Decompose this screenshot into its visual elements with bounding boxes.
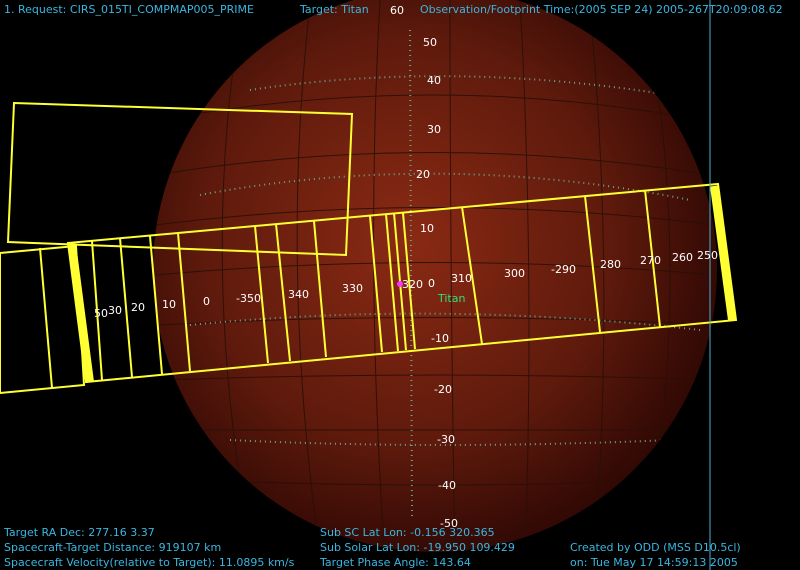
created-label: Created by ODD: [570, 541, 660, 554]
sub-sc-readout: Sub SC Lat Lon: -0.156 320.365: [320, 526, 495, 539]
sub-sc-value: -0.156 320.365: [410, 526, 495, 539]
sub-sc-label: Sub SC Lat Lon:: [320, 526, 407, 539]
velocity-value: 11.0895 km/s: [218, 556, 295, 569]
phase-label: Target Phase Angle:: [320, 556, 429, 569]
lon-label: 20: [131, 301, 145, 314]
obs-time-readout: Observation/Footprint Time:(2005 SEP 24)…: [420, 3, 783, 16]
created-value: (MSS D10.5cl): [663, 541, 741, 554]
lon-label: 330: [342, 282, 363, 295]
lon-label: 260: [672, 251, 693, 264]
lon-label: 0: [203, 295, 210, 308]
lat-label: 10: [420, 222, 434, 235]
lon-label: 270: [640, 254, 661, 267]
lon-label: -350: [236, 292, 261, 305]
request-value: CIRS_015TI_COMPMAP005_PRIME: [69, 3, 254, 16]
created-on-label: on:: [570, 556, 588, 569]
ra-dec-value: 277.16 3.37: [88, 526, 155, 539]
obs-label: Observation/Footprint Time:: [420, 3, 575, 16]
target-readout: Target: Titan: [300, 3, 369, 16]
lon-label: 250: [697, 249, 718, 262]
request-readout: 1. Request: CIRS_015TI_COMPMAP005_PRIME: [4, 3, 254, 16]
lat-label: 30: [427, 123, 441, 136]
lat-label: 40: [427, 74, 441, 87]
velocity-readout: Spacecraft Velocity(relative to Target):…: [4, 556, 294, 569]
target-value: Titan: [341, 3, 369, 16]
lat-label: -10: [431, 332, 449, 345]
lat-label: 50: [423, 36, 437, 49]
body-label: Titan: [437, 292, 465, 305]
created-on-readout: on: Tue May 17 14:59:13 2005: [570, 556, 738, 569]
lat-label: 20: [416, 168, 430, 181]
lon-label: 10: [162, 298, 176, 311]
sub-solar-value: -19.950 109.429: [423, 541, 515, 554]
lon-label: 50: [94, 307, 108, 320]
ra-dec-readout: Target RA Dec: 277.16 3.37: [4, 526, 155, 539]
lat-label: -30: [437, 433, 455, 446]
lon-label: 280: [600, 258, 621, 271]
footprint-viewport[interactable]: 60 50 40 30 20 10 0 -10 -20 -30 -40 -50 …: [0, 0, 800, 570]
created-on-value: Tue May 17 14:59:13 2005: [590, 556, 738, 569]
ra-dec-label: Target RA Dec:: [4, 526, 85, 539]
lat-label: 0: [428, 277, 435, 290]
velocity-label: Spacecraft Velocity(relative to Target):: [4, 556, 216, 569]
sub-solar-readout: Sub Solar Lat Lon: -19.950 109.429: [320, 541, 515, 554]
lon-label: -290: [551, 263, 576, 276]
lat-label: 60: [390, 4, 404, 17]
request-label: 1. Request:: [4, 3, 67, 16]
lat-label: -40: [438, 479, 456, 492]
lon-label: 320: [402, 278, 423, 291]
lat-label: -20: [434, 383, 452, 396]
distance-readout: Spacecraft-Target Distance: 919107 km: [4, 541, 221, 554]
lon-label: 30: [108, 304, 122, 317]
target-label: Target:: [300, 3, 338, 16]
lon-label: 300: [504, 267, 525, 280]
created-by-readout: Created by ODD (MSS D10.5cl): [570, 541, 741, 554]
obs-value: (2005 SEP 24) 2005-267T20:09:08.62: [574, 3, 783, 16]
phase-value: 143.64: [432, 556, 471, 569]
distance-label: Spacecraft-Target Distance:: [4, 541, 156, 554]
sub-solar-label: Sub Solar Lat Lon:: [320, 541, 420, 554]
lon-label: 310: [451, 272, 472, 285]
lon-label: 340: [288, 288, 309, 301]
distance-value: 919107 km: [158, 541, 222, 554]
phase-readout: Target Phase Angle: 143.64: [320, 556, 471, 569]
